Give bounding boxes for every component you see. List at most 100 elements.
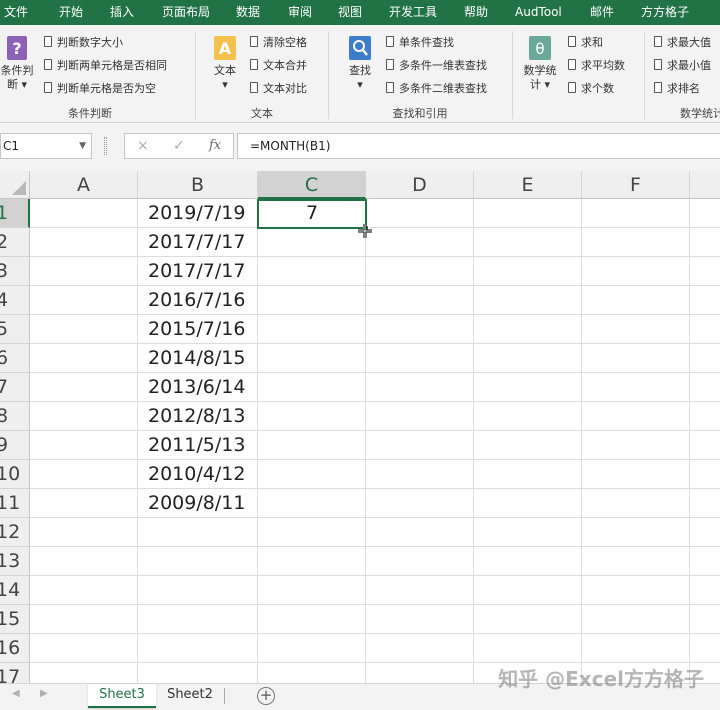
text-group-label: 文本 bbox=[251, 107, 273, 120]
ribbon: ? 条件判 断 ▾ 判断数字大小 判断两单元格是否相同 判断单元格是否为空 条件… bbox=[0, 25, 720, 123]
row-gridline bbox=[30, 430, 720, 431]
tab-page-layout[interactable]: 页面布局 bbox=[162, 0, 210, 25]
next-sheet-icon[interactable]: ▶ bbox=[40, 688, 48, 699]
text-merge-button[interactable]: 文本合并 bbox=[250, 57, 307, 75]
row-header-9[interactable]: 9 bbox=[0, 431, 30, 460]
formula-bar: C1 ▼ × ✓ fx =MONTH(B1) bbox=[0, 123, 720, 171]
column-gridline bbox=[137, 199, 138, 683]
column-header-b[interactable]: B bbox=[138, 171, 258, 199]
formula-input[interactable]: =MONTH(B1) bbox=[237, 133, 720, 159]
cell-b8[interactable]: 2012/8/13 bbox=[148, 402, 245, 431]
tab-divider bbox=[224, 688, 225, 704]
lookup-button[interactable]: 查找 ▾ bbox=[341, 35, 379, 92]
column-gridline bbox=[473, 199, 474, 683]
row-header-5[interactable]: 5 bbox=[0, 315, 30, 344]
doc-icon bbox=[568, 82, 576, 93]
tab-mail[interactable]: 邮件 bbox=[590, 0, 614, 25]
tab-developer[interactable]: 开发工具 bbox=[389, 0, 437, 25]
average-button[interactable]: 求平均数 bbox=[568, 57, 625, 75]
multi-2d-lookup-label: 多条件二维表查找 bbox=[399, 82, 487, 95]
row-header-12[interactable]: 12 bbox=[0, 518, 30, 547]
tab-view[interactable]: 视图 bbox=[338, 0, 362, 25]
tab-fangfanggezi[interactable]: 方方格子 bbox=[641, 0, 689, 25]
cell-b5[interactable]: 2015/7/16 bbox=[148, 315, 245, 344]
chevron-down-icon[interactable]: ▼ bbox=[79, 134, 86, 158]
text-button[interactable]: A 文本 ▾ bbox=[206, 35, 244, 92]
single-lookup-label: 单条件查找 bbox=[399, 36, 454, 49]
condition-judge-button[interactable]: ? 条件判 断 ▾ bbox=[0, 35, 38, 92]
sum-button[interactable]: 求和 bbox=[568, 34, 603, 52]
formula-bar-grip[interactable] bbox=[104, 137, 107, 155]
judge-cells-same-button[interactable]: 判断两单元格是否相同 bbox=[44, 57, 167, 75]
row-header-11[interactable]: 11 bbox=[0, 489, 30, 518]
text-button-label: 文本 bbox=[214, 64, 236, 77]
column-header-a[interactable]: A bbox=[30, 171, 138, 199]
tab-review[interactable]: 审阅 bbox=[288, 0, 312, 25]
math-stats-button[interactable]: θ 数学统 计 ▾ bbox=[518, 35, 562, 92]
row-header-17[interactable]: 17 bbox=[0, 663, 30, 683]
sheet-tab-sheet3[interactable]: Sheet3 bbox=[88, 684, 156, 708]
cell-b2[interactable]: 2017/7/17 bbox=[148, 228, 245, 257]
clear-spaces-button[interactable]: 清除空格 bbox=[250, 34, 307, 52]
prev-sheet-icon[interactable]: ◀ bbox=[12, 688, 20, 699]
row-header-4[interactable]: 4 bbox=[0, 286, 30, 315]
row-header-6[interactable]: 6 bbox=[0, 344, 30, 373]
row-gridline bbox=[30, 604, 720, 605]
cell-b11[interactable]: 2009/8/11 bbox=[148, 489, 245, 518]
row-header-8[interactable]: 8 bbox=[0, 402, 30, 431]
column-header-d[interactable]: D bbox=[366, 171, 474, 199]
cell-b4[interactable]: 2016/7/16 bbox=[148, 286, 245, 315]
row-header-7[interactable]: 7 bbox=[0, 373, 30, 402]
row-header-16[interactable]: 16 bbox=[0, 634, 30, 663]
cell-b6[interactable]: 2014/8/15 bbox=[148, 344, 245, 373]
row-header-2[interactable]: 2 bbox=[0, 228, 30, 257]
multi-1d-lookup-button[interactable]: 多条件一维表查找 bbox=[386, 57, 487, 75]
name-box[interactable]: C1 ▼ bbox=[0, 133, 92, 159]
text-compare-button[interactable]: 文本对比 bbox=[250, 80, 307, 98]
count-button[interactable]: 求个数 bbox=[568, 80, 614, 98]
fx-icon[interactable]: fx bbox=[209, 134, 221, 158]
row-header-14[interactable]: 14 bbox=[0, 576, 30, 605]
cancel-icon[interactable]: × bbox=[137, 134, 149, 158]
multi-2d-lookup-button[interactable]: 多条件二维表查找 bbox=[386, 80, 487, 98]
single-lookup-button[interactable]: 单条件查找 bbox=[386, 34, 454, 52]
row-header-10[interactable]: 10 bbox=[0, 460, 30, 489]
add-sheet-icon[interactable]: + bbox=[257, 687, 275, 705]
sheet-tab-sheet2[interactable]: Sheet2 bbox=[156, 684, 224, 708]
row-header-1[interactable]: 1 bbox=[0, 199, 30, 228]
min-button[interactable]: 求最小值 bbox=[654, 57, 711, 75]
row-header-3[interactable]: 3 bbox=[0, 257, 30, 286]
tab-insert[interactable]: 插入 bbox=[110, 0, 134, 25]
tab-data[interactable]: 数据 bbox=[236, 0, 260, 25]
row-header-13[interactable]: 13 bbox=[0, 547, 30, 576]
row-header-15[interactable]: 15 bbox=[0, 605, 30, 634]
cell-b9[interactable]: 2011/5/13 bbox=[148, 431, 245, 460]
column-header-e[interactable]: E bbox=[474, 171, 582, 199]
column-header-c[interactable]: C bbox=[258, 171, 366, 199]
cell-b7[interactable]: 2013/6/14 bbox=[148, 373, 245, 402]
math-group-label: 数学统计 bbox=[680, 107, 720, 120]
cell-b1[interactable]: 2019/7/19 bbox=[148, 199, 245, 228]
doc-icon bbox=[44, 82, 52, 93]
doc-icon bbox=[386, 82, 394, 93]
cell-b3[interactable]: 2017/7/17 bbox=[148, 257, 245, 286]
doc-icon bbox=[568, 59, 576, 70]
judge-number-size-button[interactable]: 判断数字大小 bbox=[44, 34, 123, 52]
menu-bar: 文件 开始 插入 页面布局 数据 审阅 视图 开发工具 帮助 AudTool 邮… bbox=[0, 0, 720, 25]
clear-spaces-label: 清除空格 bbox=[263, 36, 307, 49]
cell-b10[interactable]: 2010/4/12 bbox=[148, 460, 245, 489]
enter-icon[interactable]: ✓ bbox=[173, 134, 185, 158]
tab-file[interactable]: 文件 bbox=[4, 0, 28, 25]
judge-cell-empty-button[interactable]: 判断单元格是否为空 bbox=[44, 80, 156, 98]
column-gridline bbox=[365, 199, 366, 683]
tab-help[interactable]: 帮助 bbox=[464, 0, 488, 25]
rank-button[interactable]: 求排名 bbox=[654, 80, 700, 98]
column-header-g[interactable] bbox=[690, 171, 720, 199]
column-gridline bbox=[257, 199, 258, 683]
max-button[interactable]: 求最大值 bbox=[654, 34, 711, 52]
row-gridline bbox=[30, 459, 720, 460]
column-header-f[interactable]: F bbox=[582, 171, 690, 199]
select-all-button[interactable] bbox=[0, 171, 30, 199]
tab-home[interactable]: 开始 bbox=[59, 0, 83, 25]
tab-audtool[interactable]: AudTool bbox=[515, 0, 562, 25]
